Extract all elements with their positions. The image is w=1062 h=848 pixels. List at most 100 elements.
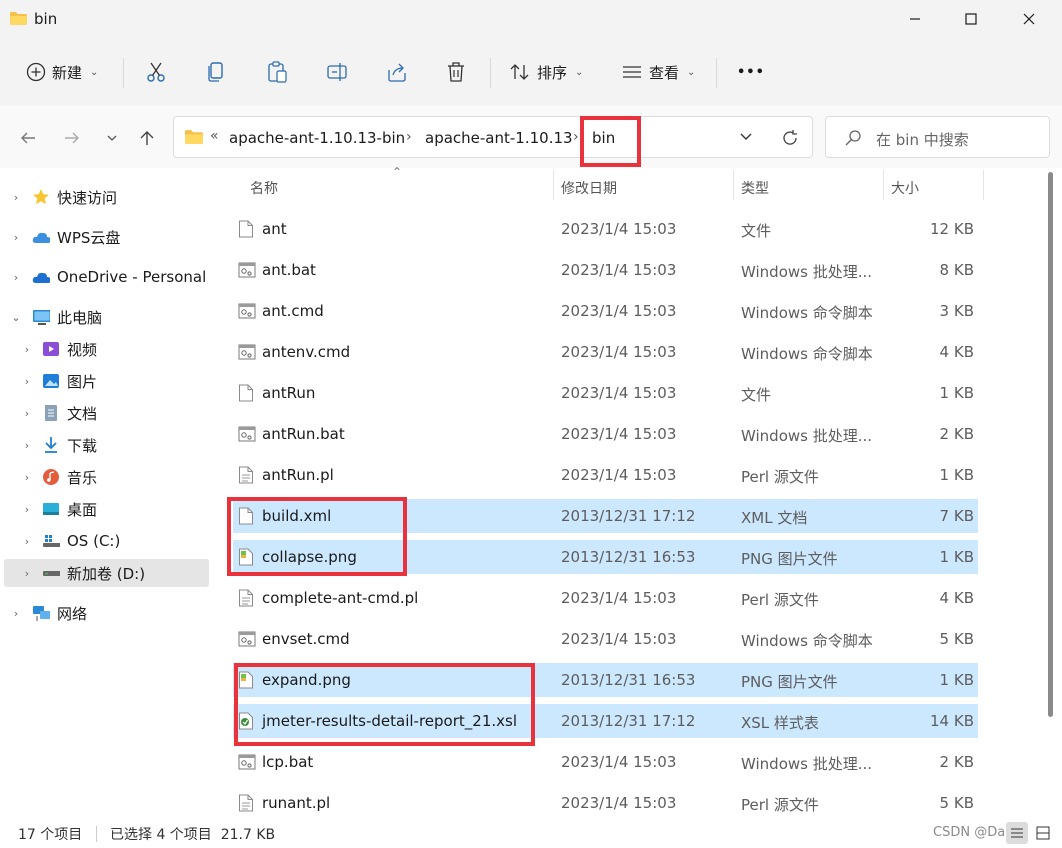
cut-button[interactable] <box>146 50 166 94</box>
file-size: 2 KB <box>939 425 974 443</box>
column-header-type[interactable]: 类型 <box>741 178 769 198</box>
file-type: PNG 图片文件 <box>741 673 838 691</box>
onedrive-icon <box>32 268 50 286</box>
chevron-down-icon: ⌄ <box>90 66 99 78</box>
sidebar-item-quick-access[interactable]: › 快速访问 <box>0 183 212 211</box>
sidebar-item-desktop[interactable]: › 桌面 <box>0 495 212 523</box>
chevron-right-icon[interactable]: › <box>21 535 33 548</box>
copy-icon <box>208 62 223 82</box>
file-row[interactable]: ant 2023/1/4 15:03 文件 12 KB <box>233 212 978 246</box>
sidebar-item-onedrive[interactable]: › OneDrive - Personal <box>0 263 212 291</box>
file-row[interactable]: antRun.pl 2023/1/4 15:03 Perl 源文件 1 KB <box>233 458 978 492</box>
column-header-name[interactable]: 名称 <box>250 178 278 198</box>
file-size: 1 KB <box>939 671 974 689</box>
tiles-view-icon <box>1036 826 1050 840</box>
scrollbar-thumb[interactable] <box>1048 172 1053 717</box>
sidebar-item-pictures[interactable]: › 图片 <box>0 367 212 395</box>
refresh-icon[interactable] <box>781 129 799 147</box>
details-view-button[interactable] <box>1006 822 1028 844</box>
file-name: antRun.pl <box>262 466 334 484</box>
sidebar-item-label: 新加卷 (D:) <box>67 564 146 583</box>
paste-button[interactable] <box>266 50 288 94</box>
back-button[interactable] <box>14 124 42 152</box>
chevron-right-icon[interactable]: › <box>10 271 22 284</box>
search-input[interactable]: 在 bin 中搜索 <box>825 116 1050 158</box>
file-row[interactable]: antRun 2023/1/4 15:03 文件 1 KB <box>233 376 978 410</box>
chevron-right-icon[interactable]: › <box>10 231 22 244</box>
trash-icon <box>448 62 464 82</box>
maximize-button[interactable] <box>948 0 994 38</box>
file-type: Windows 命令脚本 <box>741 304 873 322</box>
sidebar-item-music[interactable]: › 音乐 <box>0 463 212 491</box>
address-bar[interactable]: « apache-ant-1.10.13-bin › apache-ant-1.… <box>173 116 813 158</box>
sidebar-item-this-pc[interactable]: ⌄ 此电脑 <box>0 303 212 331</box>
forward-button[interactable] <box>58 124 86 152</box>
chevron-right-icon[interactable]: › <box>21 439 33 452</box>
music-icon <box>42 468 60 486</box>
up-button[interactable] <box>133 124 161 152</box>
file-row[interactable]: antenv.cmd 2023/1/4 15:03 Windows 命令脚本 4 KB <box>233 335 978 369</box>
sidebar-item-drive-c[interactable]: › OS (C:) <box>0 527 212 555</box>
rename-button[interactable] <box>326 50 348 94</box>
sidebar-item-drive-d[interactable]: › 新加卷 (D:) <box>4 559 209 587</box>
file-row[interactable]: ant.cmd 2023/1/4 15:03 Windows 命令脚本 3 KB <box>233 294 978 328</box>
file-row[interactable]: envset.cmd 2023/1/4 15:03 Windows 命令脚本 5 KB <box>233 622 978 656</box>
column-divider[interactable] <box>883 170 884 200</box>
chevron-right-icon[interactable]: › <box>21 343 33 356</box>
file-row[interactable]: antRun.bat 2023/1/4 15:03 Windows 批处理... 2 … <box>233 417 978 451</box>
batch-file-icon <box>238 343 256 361</box>
chevron-right-icon[interactable]: › <box>21 503 33 516</box>
sidebar-item-downloads[interactable]: › 下载 <box>0 431 212 459</box>
breadcrumb-overflow[interactable]: « <box>210 128 219 144</box>
close-button[interactable] <box>1006 0 1052 38</box>
sort-icon <box>510 64 529 80</box>
column-divider[interactable] <box>983 170 984 200</box>
sidebar-item-videos[interactable]: › 视频 <box>0 335 212 363</box>
chevron-down-icon[interactable] <box>739 132 753 142</box>
view-icon <box>623 66 641 78</box>
chevron-right-icon[interactable]: › <box>21 375 33 388</box>
share-button[interactable] <box>386 50 408 94</box>
file-row[interactable]: lcp.bat 2023/1/4 15:03 Windows 批处理... 2 KB <box>233 745 978 779</box>
column-divider[interactable] <box>553 170 554 200</box>
column-header-size[interactable]: 大小 <box>891 178 919 198</box>
chevron-right-icon[interactable]: › <box>21 407 33 420</box>
column-header-date[interactable]: 修改日期 <box>561 178 617 198</box>
minimize-button[interactable] <box>892 0 938 38</box>
file-row[interactable]: complete-ant-cmd.pl 2023/1/4 15:03 Perl 源文… <box>233 581 978 615</box>
column-divider[interactable] <box>733 170 734 200</box>
sidebar-item-documents[interactable]: › 文档 <box>0 399 212 427</box>
chevron-down-icon[interactable]: ⌄ <box>10 311 22 324</box>
sidebar-item-network[interactable]: › 网络 <box>0 599 212 627</box>
new-button[interactable]: 新建 ⌄ <box>26 50 98 94</box>
file-date: 2023/1/4 15:03 <box>561 630 677 648</box>
file-row[interactable]: runant.pl 2023/1/4 15:03 Perl 源文件 5 KB <box>233 786 978 820</box>
sort-button[interactable]: 排序 ⌄ <box>509 50 583 94</box>
chevron-right-icon[interactable]: › <box>10 607 22 620</box>
chevron-right-icon[interactable]: › <box>21 471 33 484</box>
breadcrumb-item[interactable]: apache-ant-1.10.13-bin <box>229 129 405 147</box>
rename-icon <box>327 63 347 81</box>
more-options-button[interactable]: ••• <box>737 50 765 94</box>
file-date: 2023/1/4 15:03 <box>561 384 677 402</box>
file-size: 3 KB <box>939 302 974 320</box>
drive-icon <box>42 564 60 582</box>
breadcrumb-item[interactable]: apache-ant-1.10.13 <box>425 129 573 147</box>
file-name: ant.bat <box>262 261 316 279</box>
view-button[interactable]: 查看 ⌄ <box>621 50 695 94</box>
tiles-view-button[interactable] <box>1032 822 1054 844</box>
star-icon <box>32 188 50 206</box>
file-name: ant <box>262 220 287 238</box>
file-row[interactable]: ant.bat 2023/1/4 15:03 Windows 批处理... 8 KB <box>233 253 978 287</box>
file-name: lcp.bat <box>262 753 314 771</box>
recent-locations-button[interactable] <box>98 124 126 152</box>
delete-button[interactable] <box>446 50 466 94</box>
chevron-down-icon: ⌄ <box>575 66 584 78</box>
copy-button[interactable] <box>206 50 226 94</box>
breadcrumb-separator[interactable]: › <box>406 129 412 145</box>
chevron-right-icon[interactable]: › <box>21 567 33 580</box>
breadcrumb-separator[interactable]: › <box>573 129 579 145</box>
toolbar-divider <box>123 58 124 88</box>
chevron-right-icon[interactable]: › <box>10 191 22 204</box>
sidebar-item-wps-cloud[interactable]: › WPS云盘 <box>0 223 212 251</box>
